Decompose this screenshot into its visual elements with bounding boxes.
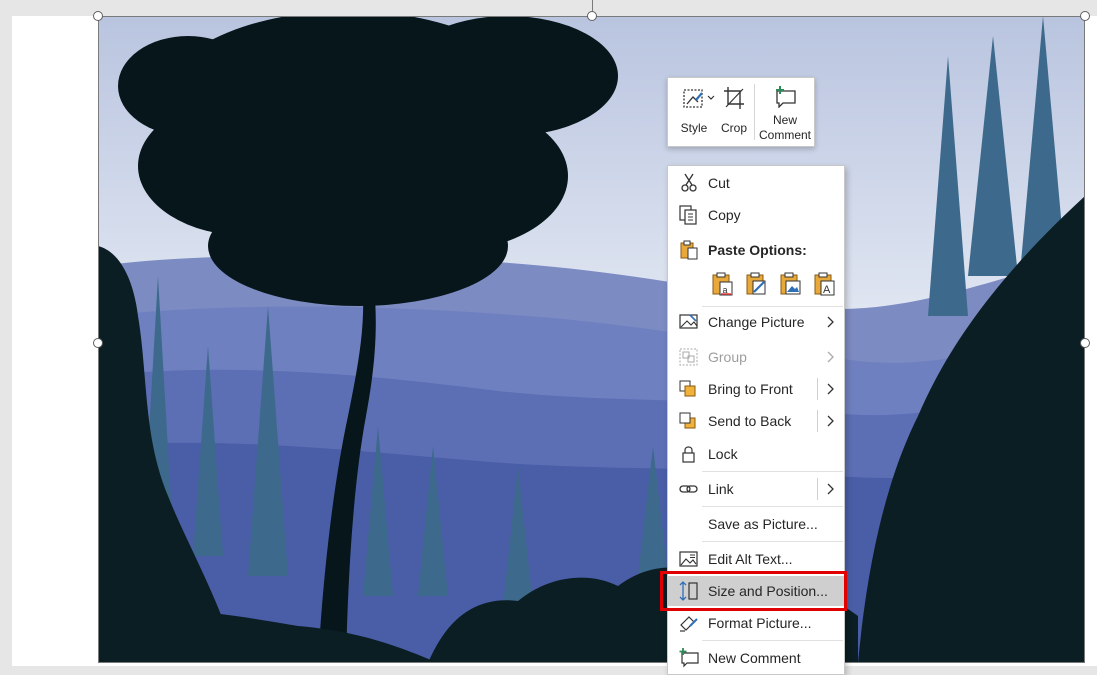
menu-item-format-picture[interactable]: Format Picture... bbox=[668, 608, 844, 638]
group-icon bbox=[679, 348, 698, 366]
context-menu: Cut Copy Paste Options: a A Change Pictu… bbox=[667, 165, 845, 675]
menu-separator bbox=[702, 471, 843, 472]
chevron-right-icon bbox=[827, 316, 834, 328]
forest-illustration bbox=[98, 16, 1085, 663]
style-button[interactable]: Style bbox=[672, 78, 716, 146]
crop-button[interactable]: Crop bbox=[716, 78, 752, 146]
size-and-position-icon bbox=[679, 581, 698, 601]
menu-item-label: Cut bbox=[708, 175, 730, 191]
menu-item-new-comment[interactable]: New Comment bbox=[668, 643, 844, 673]
paste-picture-icon[interactable] bbox=[776, 270, 804, 298]
menu-item-label: Size and Position... bbox=[708, 583, 828, 599]
split-divider bbox=[817, 410, 818, 432]
bring-to-front-icon bbox=[679, 380, 696, 397]
menu-item-change-picture[interactable]: Change Picture bbox=[668, 307, 844, 337]
resize-handle-top-right[interactable] bbox=[1080, 11, 1090, 21]
chevron-right-icon[interactable] bbox=[824, 379, 836, 399]
picture-style-icon bbox=[683, 89, 715, 108]
new-comment-icon bbox=[776, 86, 796, 108]
menu-item-bring-to-front[interactable]: Bring to Front bbox=[668, 374, 844, 404]
resize-handle-top-left[interactable] bbox=[93, 11, 103, 21]
scissors-icon bbox=[681, 173, 697, 192]
menu-item-cut[interactable]: Cut bbox=[668, 168, 844, 198]
menu-item-label: Edit Alt Text... bbox=[708, 551, 793, 567]
resize-handle-right[interactable] bbox=[1080, 338, 1090, 348]
crop-label: Crop bbox=[720, 121, 747, 135]
paste-keep-text-only-icon[interactable]: A bbox=[810, 270, 838, 298]
lock-icon bbox=[682, 446, 695, 463]
mini-toolbar: Style Crop New Comment bbox=[667, 77, 815, 147]
menu-item-label: Bring to Front bbox=[708, 381, 793, 397]
menu-item-size-and-position[interactable]: Size and Position... bbox=[668, 576, 844, 606]
copy-icon bbox=[679, 205, 697, 225]
svg-text:A: A bbox=[823, 284, 831, 296]
change-picture-icon bbox=[679, 314, 698, 329]
toolbar-divider bbox=[754, 84, 755, 140]
format-picture-icon bbox=[680, 616, 698, 632]
split-divider bbox=[817, 478, 818, 500]
chevron-right-icon[interactable] bbox=[824, 479, 836, 499]
menu-item-edit-alt-text[interactable]: Edit Alt Text... bbox=[668, 544, 844, 574]
menu-item-label: Group bbox=[708, 349, 747, 365]
menu-item-lock[interactable]: Lock bbox=[668, 439, 844, 469]
new-comment-icon bbox=[679, 648, 699, 668]
link-icon bbox=[679, 485, 698, 493]
menu-item-copy[interactable]: Copy bbox=[668, 200, 844, 230]
paste-keep-source-formatting-icon[interactable] bbox=[742, 270, 770, 298]
menu-separator bbox=[702, 541, 843, 542]
menu-item-label: Change Picture bbox=[708, 314, 805, 330]
menu-item-save-as-picture[interactable]: Save as Picture... bbox=[668, 509, 844, 539]
menu-item-label: Copy bbox=[708, 207, 741, 223]
chevron-right-icon bbox=[827, 351, 834, 363]
menu-separator bbox=[702, 640, 843, 641]
split-divider bbox=[817, 378, 818, 400]
menu-item-group[interactable]: Group bbox=[668, 342, 844, 372]
menu-item-label: Send to Back bbox=[708, 413, 792, 429]
menu-item-paste-options: Paste Options: bbox=[668, 235, 844, 265]
style-label: Style bbox=[680, 121, 708, 135]
resize-handle-left[interactable] bbox=[93, 338, 103, 348]
menu-item-send-to-back[interactable]: Send to Back bbox=[668, 406, 844, 436]
send-to-back-icon bbox=[679, 412, 696, 429]
alt-text-icon bbox=[679, 551, 698, 567]
new-comment-label-line1: New bbox=[772, 113, 797, 127]
forest-landscape-picture[interactable] bbox=[98, 16, 1085, 663]
new-comment-label-line2: Comment bbox=[758, 128, 811, 142]
menu-item-label: Format Picture... bbox=[708, 615, 812, 631]
menu-item-label: New Comment bbox=[708, 650, 801, 666]
chevron-right-icon[interactable] bbox=[824, 411, 836, 431]
crop-icon bbox=[724, 87, 744, 109]
menu-separator bbox=[702, 506, 843, 507]
menu-item-label: Lock bbox=[708, 446, 738, 462]
menu-item-label: Paste Options: bbox=[708, 242, 807, 258]
rotation-handle[interactable] bbox=[587, 11, 597, 21]
menu-item-label: Link bbox=[708, 481, 734, 497]
menu-item-label: Save as Picture... bbox=[708, 516, 818, 532]
paste-options-row: a A bbox=[668, 270, 844, 300]
new-comment-button[interactable]: New Comment bbox=[756, 78, 814, 146]
paste-use-destination-theme-icon[interactable]: a bbox=[708, 270, 736, 298]
menu-item-link[interactable]: Link bbox=[668, 474, 844, 504]
clipboard-icon bbox=[680, 240, 698, 260]
